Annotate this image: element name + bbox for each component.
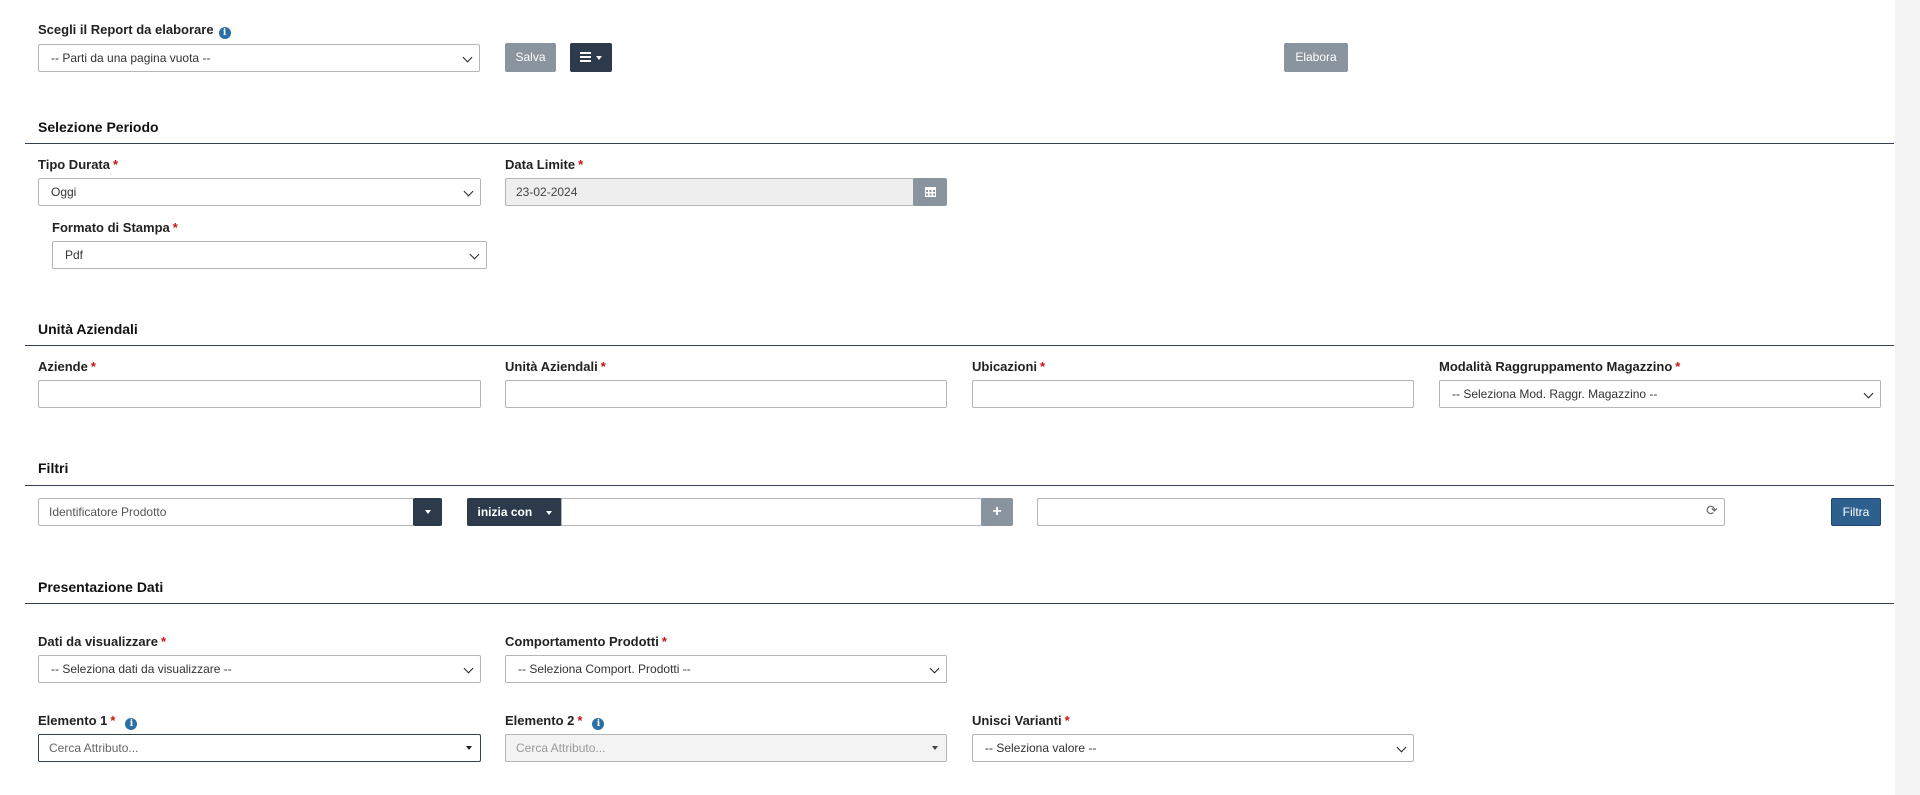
active-filters-field[interactable] — [1037, 498, 1725, 526]
modalita-label: Modalità Raggruppamento Magazzino * — [1439, 359, 1681, 374]
calendar-icon — [924, 187, 936, 197]
caret-down-icon — [424, 509, 431, 514]
required-mark: * — [160, 634, 167, 649]
required-mark: * — [578, 157, 584, 172]
plus-icon: + — [992, 503, 1002, 520]
elemento1-label: Elemento 1 * i — [38, 713, 138, 730]
process-button[interactable]: Elabora — [1284, 43, 1348, 72]
elemento2-search[interactable]: Cerca Attributo... — [505, 734, 947, 762]
chevron-down-icon — [1396, 742, 1407, 753]
caret-down-icon — [545, 510, 552, 515]
required-mark: * — [600, 359, 606, 374]
operator-dropdown[interactable]: inizia con — [467, 498, 562, 526]
required-mark: * — [113, 157, 119, 172]
tipo-durata-label: Tipo Durata * — [38, 157, 119, 172]
report-select[interactable]: -- Parti da una pagina vuota -- — [38, 44, 480, 72]
section-title-unita: Unità Aziendali — [38, 321, 138, 337]
dati-select[interactable]: -- Seleziona dati da visualizzare -- — [38, 655, 481, 683]
comportamento-select[interactable]: -- Seleziona Comport. Prodotti -- — [505, 655, 947, 683]
scrollbar[interactable] — [1895, 0, 1920, 795]
report-label: Scegli il Report da elaborare i — [38, 22, 231, 39]
section-title-periodo: Selezione Periodo — [38, 119, 159, 135]
info-icon[interactable]: i — [592, 718, 605, 730]
elemento1-search[interactable]: Cerca Attributo... — [38, 734, 481, 762]
section-divider — [25, 345, 1894, 346]
chevron-down-icon — [463, 663, 474, 674]
comportamento-label: Comportamento Prodotti * — [505, 634, 667, 649]
required-mark: * — [1064, 713, 1070, 728]
info-icon[interactable]: i — [218, 27, 231, 39]
unita-aziendali-input[interactable] — [505, 380, 947, 408]
info-icon[interactable]: i — [125, 718, 138, 730]
unita-aziendali-label: Unità Aziendali * — [505, 359, 606, 374]
elemento2-label: Elemento 2 * i — [505, 713, 605, 730]
filter-button[interactable]: Filtra — [1831, 498, 1881, 526]
menu-icon — [579, 52, 591, 62]
section-title-presentazione: Presentazione Dati — [38, 579, 164, 595]
section-divider — [25, 485, 1894, 486]
section-divider — [25, 143, 1894, 144]
required-mark: * — [577, 713, 583, 728]
ubicazioni-label: Ubicazioni * — [972, 359, 1046, 374]
calendar-button[interactable] — [913, 178, 947, 206]
aziende-label: Aziende * — [38, 359, 96, 374]
data-limite-input[interactable]: 23-02-2024 — [505, 178, 914, 206]
ubicazioni-input[interactable] — [972, 380, 1414, 408]
chevron-down-icon — [462, 52, 473, 63]
aziende-input[interactable] — [38, 380, 481, 408]
data-limite-label: Data Limite * — [505, 157, 584, 172]
chevron-down-icon — [469, 249, 480, 260]
section-divider — [25, 603, 1894, 604]
filter-field-dropdown-button[interactable] — [413, 498, 442, 526]
menu-button[interactable] — [570, 43, 612, 72]
required-mark: * — [90, 359, 96, 374]
filter-field-select[interactable]: Identificatore Prodotto — [38, 498, 414, 526]
dati-label: Dati da visualizzare * — [38, 634, 167, 649]
chevron-down-icon — [463, 186, 474, 197]
required-mark: * — [1040, 359, 1046, 374]
required-mark: * — [661, 634, 667, 649]
tipo-durata-select[interactable]: Oggi — [38, 178, 481, 206]
required-mark: * — [110, 713, 116, 728]
refresh-icon[interactable]: ⟳ — [1706, 503, 1718, 519]
filter-value-input[interactable] — [561, 498, 982, 526]
save-button[interactable]: Salva — [505, 43, 556, 72]
caret-down-icon — [932, 746, 938, 750]
add-filter-button[interactable]: + — [981, 498, 1013, 526]
required-mark: * — [1675, 359, 1681, 374]
unisci-varianti-label: Unisci Varianti * — [972, 713, 1070, 728]
unisci-varianti-select[interactable]: -- Seleziona valore -- — [972, 734, 1414, 762]
caret-down-icon — [596, 55, 603, 60]
formato-label: Formato di Stampa * — [52, 220, 178, 235]
required-mark: * — [172, 220, 178, 235]
chevron-down-icon — [1863, 388, 1874, 399]
modalita-select[interactable]: -- Seleziona Mod. Raggr. Magazzino -- — [1439, 380, 1881, 408]
formato-select[interactable]: Pdf — [52, 241, 487, 269]
chevron-down-icon — [929, 663, 940, 674]
section-title-filtri: Filtri — [38, 460, 69, 476]
caret-down-icon — [466, 746, 472, 750]
